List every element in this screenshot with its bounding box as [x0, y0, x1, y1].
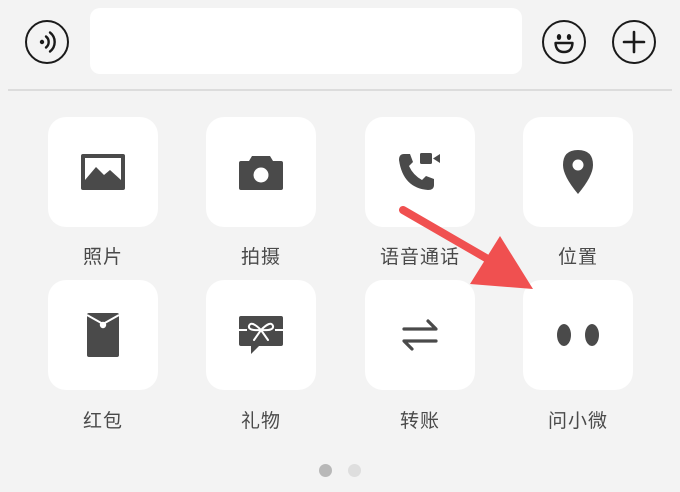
page-dot[interactable] — [348, 464, 361, 477]
annotation-arrow — [399, 206, 533, 289]
page-dot-active[interactable] — [319, 464, 332, 477]
